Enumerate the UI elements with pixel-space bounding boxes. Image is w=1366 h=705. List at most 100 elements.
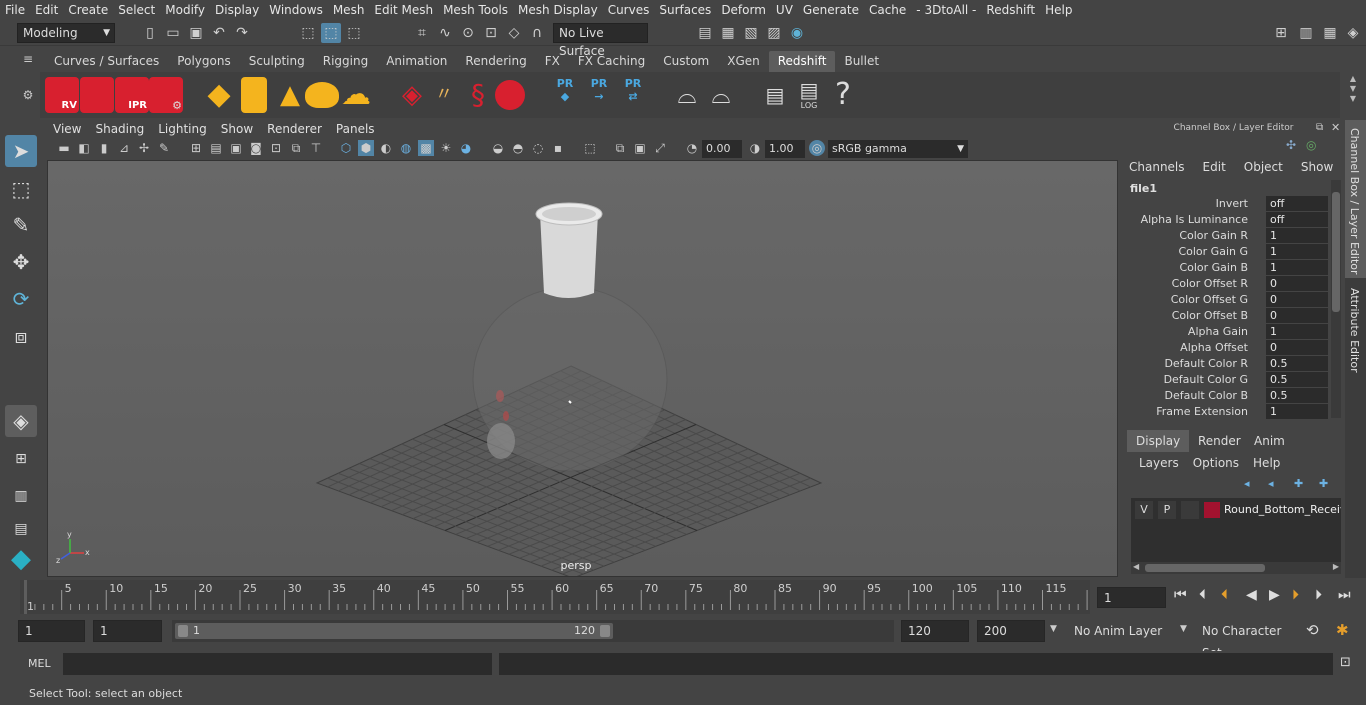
go-to-end-icon[interactable]: ⏭ — [1338, 587, 1351, 603]
shelf-scroll-arrows[interactable]: ▲ ▼ ▼ — [1345, 74, 1361, 114]
snap-point-icon[interactable]: ⊙ — [458, 23, 478, 43]
range-slider[interactable]: 1 120 — [172, 620, 894, 642]
menu-deform[interactable]: Deform — [716, 0, 771, 20]
layer-visibility-toggle[interactable]: V — [1135, 501, 1153, 519]
layer-color-swatch[interactable] — [1204, 502, 1220, 518]
menu-redshift[interactable]: Redshift — [981, 0, 1040, 20]
exposure-icon[interactable]: ◔ — [684, 140, 700, 156]
shelf-menu-icon[interactable]: ≡ — [18, 52, 38, 72]
menu-display[interactable]: Display — [210, 0, 264, 20]
redo-icon[interactable]: ↷ — [232, 23, 252, 43]
play-forward-icon[interactable]: ▶ — [1269, 587, 1280, 603]
playback-end-field[interactable]: 120 — [901, 620, 969, 642]
rs-light-area-icon[interactable] — [241, 77, 267, 113]
move-tool-icon[interactable]: ✥ — [5, 246, 37, 278]
move-layer-down-icon[interactable]: ◂ — [1268, 477, 1274, 490]
move-layer-up-icon[interactable]: ◂ — [1244, 477, 1250, 490]
menu-cache[interactable]: Cache — [864, 0, 911, 20]
rs-render-sequence-icon[interactable] — [80, 77, 114, 113]
tab-animation[interactable]: Animation — [377, 51, 456, 72]
render-settings-icon[interactable]: ▨ — [764, 23, 784, 43]
layers-menu[interactable]: Layers — [1139, 456, 1179, 470]
menu-edit[interactable]: Edit — [30, 0, 63, 20]
perspective-viewport[interactable]: persp x y z — [47, 160, 1118, 577]
auto-key-icon[interactable]: ⟲ — [1306, 621, 1319, 639]
step-forward-frame-icon[interactable]: ⏵ — [1292, 587, 1299, 603]
attr-row[interactable]: Default Color G 0.5 — [1121, 372, 1328, 388]
camera-select-icon[interactable]: ▬ — [56, 140, 72, 156]
menu-mesh[interactable]: Mesh — [328, 0, 370, 20]
rs-ipr-icon[interactable]: IPR — [115, 77, 149, 113]
render-view-icon[interactable]: ▤ — [695, 23, 715, 43]
character-set-dropdown[interactable]: No Character Set — [1196, 620, 1298, 660]
rs-script-editor-icon[interactable]: ▤ — [758, 77, 792, 113]
motion-blur-icon[interactable]: ◓ — [510, 140, 526, 156]
attr-row[interactable]: Color Gain G1 — [1121, 244, 1328, 260]
live-surface-field[interactable]: No Live Surface — [553, 23, 648, 58]
select-object-icon[interactable]: ⬚ — [321, 23, 341, 43]
playback-start-field[interactable]: 1 — [93, 620, 162, 642]
layer-horizontal-scrollbar[interactable]: ◀ ▶ — [1131, 562, 1341, 574]
depth-of-field-icon[interactable]: ▪ — [550, 140, 566, 156]
screen-space-ao-icon[interactable]: ◒ — [490, 140, 506, 156]
menu-generate[interactable]: Generate — [798, 0, 864, 20]
safe-title-icon[interactable]: ⊤ — [308, 140, 324, 156]
panel-layout-icon[interactable]: ▥ — [1296, 23, 1316, 43]
new-layer-icon[interactable]: ✚ — [1294, 477, 1303, 490]
toggle-panel-icon[interactable]: ▦ — [1320, 23, 1340, 43]
time-ruler[interactable]: 1 5 10 15 20 25 30 35 40 45 50 55 60 65 70 75 80 85 90 95 10… — [20, 580, 1104, 614]
isolate-select-icon[interactable]: ⬚ — [582, 140, 598, 156]
attr-row[interactable]: Color Gain R1 — [1121, 228, 1328, 244]
viewport-menu-view[interactable]: View — [46, 120, 88, 138]
xray-icon[interactable]: ⧉ — [612, 140, 628, 156]
rs-sun-sky-icon[interactable]: ☁ — [339, 77, 373, 113]
smooth-shade-icon[interactable]: ⬢ — [358, 140, 374, 156]
chevron-down-icon[interactable]: ▼ — [1180, 624, 1187, 634]
rs-log-icon[interactable]: ▤ LOG — [792, 77, 826, 113]
snap-magnet-icon[interactable]: ∩ — [527, 23, 547, 43]
gamma-field[interactable]: 1.00 — [765, 140, 805, 158]
menu-file[interactable]: File — [0, 0, 30, 20]
tab-sculpting[interactable]: Sculpting — [240, 51, 314, 72]
tab-custom[interactable]: Custom — [654, 51, 718, 72]
attr-row[interactable]: Color Gain B1 — [1121, 260, 1328, 276]
tab-rigging[interactable]: Rigging — [314, 51, 377, 72]
anti-aliasing-icon[interactable]: ◌ — [530, 140, 546, 156]
scrollbar-thumb[interactable] — [1145, 564, 1265, 572]
gamma-icon[interactable]: ◑ — [747, 140, 763, 156]
layer-name[interactable]: Round_Bottom_Receiv — [1224, 501, 1341, 519]
menu-help[interactable]: Help — [1040, 0, 1077, 20]
menu-select[interactable]: Select — [113, 0, 160, 20]
side-by-side-layout-icon[interactable]: ▥ — [5, 480, 37, 512]
attr-row[interactable]: Frame Extension 1 — [1121, 404, 1328, 420]
attr-row[interactable]: Invert off — [1121, 196, 1328, 212]
new-layer-selected-icon[interactable]: ✚ — [1319, 477, 1328, 490]
animation-start-field[interactable]: 1 — [18, 620, 85, 642]
wireframe-on-shaded-icon[interactable]: ◍ — [398, 140, 414, 156]
shelf-settings-gear-icon[interactable]: ⚙ — [18, 88, 38, 108]
viewport-menu-renderer[interactable]: Renderer — [260, 120, 329, 138]
tab-channel-box[interactable]: Channel Box / Layer Editor — [1345, 120, 1366, 278]
rs-light-dome-icon[interactable] — [305, 82, 339, 108]
resolution-gate-icon[interactable]: ▣ — [228, 140, 244, 156]
rs-render-view-icon[interactable]: RV — [45, 77, 79, 113]
field-chart-icon[interactable]: ⊡ — [268, 140, 284, 156]
viewport-menu-show[interactable]: Show — [214, 120, 260, 138]
channels-menu[interactable]: Channels — [1129, 160, 1185, 174]
channel-box-axis-icon[interactable]: ✣ — [1286, 138, 1296, 152]
layer-row[interactable]: V P Round_Bottom_Receiv — [1131, 500, 1341, 520]
viewport-menu-lighting[interactable]: Lighting — [151, 120, 214, 138]
menu-3dtoall[interactable]: - 3DtoAll - — [911, 0, 981, 20]
film-gate-icon[interactable]: ▤ — [208, 140, 224, 156]
step-back-frame-icon[interactable]: ⏴ — [1221, 587, 1228, 603]
select-tool-icon[interactable]: ➤ — [5, 135, 37, 167]
camera-attributes-icon[interactable]: ◧ — [76, 140, 92, 156]
textured-icon[interactable]: ▩ — [418, 140, 434, 156]
attr-row[interactable]: Default Color R 0.5 — [1121, 356, 1328, 372]
attr-row[interactable]: Default Color B 0.5 — [1121, 388, 1328, 404]
tab-redshift[interactable]: Redshift — [768, 51, 836, 72]
menu-edit-mesh[interactable]: Edit Mesh — [369, 0, 438, 20]
ipr-render-icon[interactable]: ▧ — [741, 23, 761, 43]
attr-row[interactable]: Alpha Offset 0 — [1121, 340, 1328, 356]
snap-surface-icon[interactable]: ◇ — [504, 23, 524, 43]
